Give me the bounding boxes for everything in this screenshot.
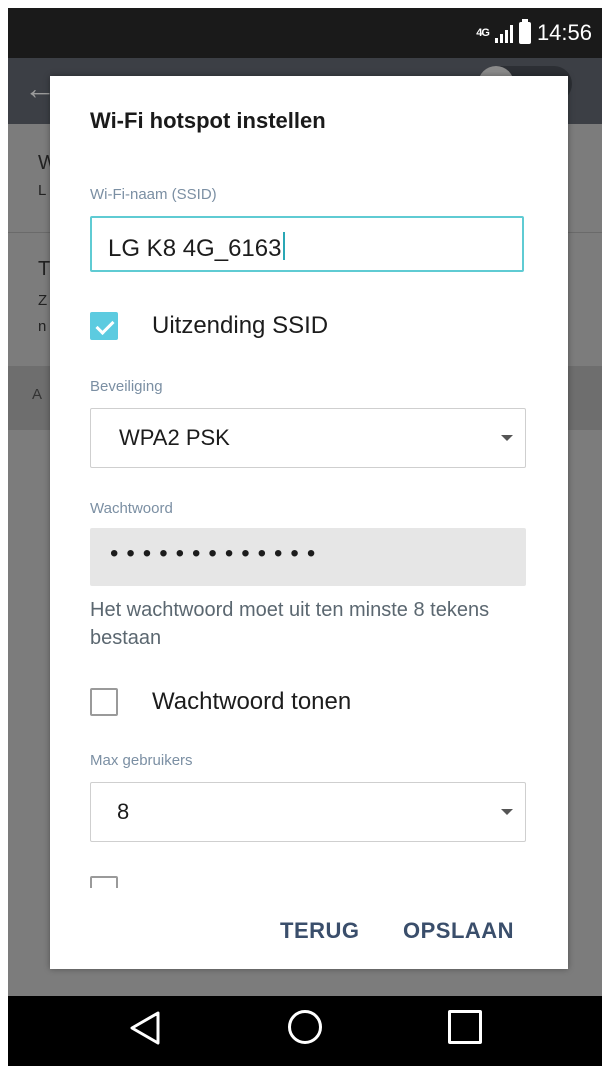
cancel-button[interactable]: TERUG [280, 918, 360, 944]
password-label: Wachtwoord [90, 500, 173, 517]
show-password-row[interactable]: Wachtwoord tonen [90, 688, 351, 716]
background-text: A [32, 386, 43, 403]
password-value: ••••••••••••• [110, 540, 324, 567]
ssid-input[interactable]: LG K8 4G_6163 [90, 216, 524, 272]
broadcast-ssid-label: Uitzending SSID [152, 312, 329, 339]
broadcast-ssid-checkbox[interactable] [90, 312, 118, 340]
max-users-value: 8 [117, 799, 130, 824]
clock: 14:56 [536, 20, 592, 45]
network-type-indicator: 4G [476, 27, 490, 39]
show-password-checkbox[interactable] [90, 688, 118, 716]
password-helper-text: Het wachtwoord moet uit ten minste 8 tek… [90, 599, 490, 649]
max-users-label: Max gebruikers [90, 752, 193, 769]
ssid-value: LG K8 4G_6163 [108, 235, 282, 262]
background-text: L [38, 182, 47, 199]
dropdown-arrow-icon [501, 809, 513, 815]
broadcast-ssid-row[interactable]: Uitzending SSID [90, 312, 328, 340]
background-text: Z [38, 292, 48, 309]
dialog-title: Wi-Fi hotspot instellen [90, 108, 326, 133]
security-select[interactable]: WPA2 PSK [90, 408, 526, 468]
security-value: WPA2 PSK [119, 425, 230, 450]
hotspot-settings-dialog: Wi-Fi hotspot instellen Wi-Fi-naam (SSID… [50, 76, 568, 969]
battery-icon [518, 19, 531, 44]
background-text: n [38, 318, 47, 335]
signal-icon [494, 23, 513, 43]
security-label: Beveiliging [90, 378, 163, 395]
background-text: T [38, 258, 51, 280]
status-bar: 4G 14:56 [8, 8, 602, 58]
show-password-label: Wachtwoord tonen [152, 688, 352, 715]
max-users-select[interactable]: 8 [90, 782, 526, 842]
recent-apps-icon[interactable] [448, 1010, 482, 1044]
ssid-label: Wi-Fi-naam (SSID) [90, 186, 217, 203]
status-icons: 4G 14:56 [476, 19, 592, 46]
back-icon[interactable] [128, 1010, 162, 1051]
password-input[interactable]: ••••••••••••• [90, 528, 526, 586]
navigation-bar [8, 996, 602, 1066]
dialog-footer: TERUG OPSLAAN [50, 888, 568, 969]
dropdown-arrow-icon [501, 435, 513, 441]
save-button[interactable]: OPSLAAN [403, 918, 514, 944]
text-cursor [283, 232, 286, 260]
home-icon[interactable] [288, 1010, 322, 1044]
